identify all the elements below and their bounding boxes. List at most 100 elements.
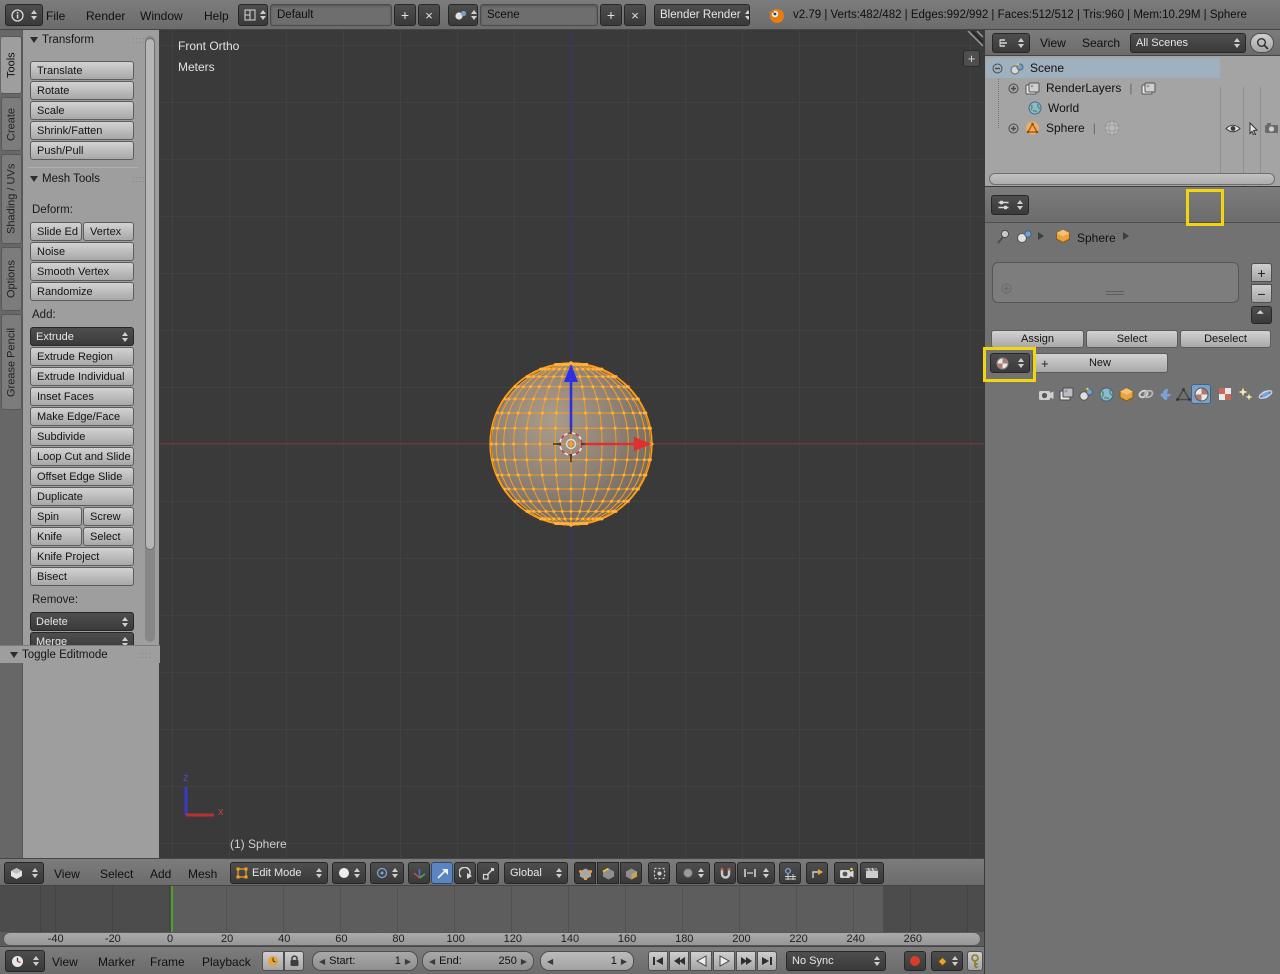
- merge-dropdown-clipped[interactable]: Merge: [30, 632, 134, 645]
- slide-vertex-button[interactable]: Vertex: [83, 222, 134, 241]
- copy-result-button[interactable]: [806, 862, 828, 884]
- scene-name-field[interactable]: Scene: [480, 4, 598, 26]
- tab-texture[interactable]: [1215, 384, 1235, 404]
- render-opengl-anim-button[interactable]: [860, 862, 884, 884]
- expand-plus-icon[interactable]: [1008, 123, 1019, 134]
- push-pull-button[interactable]: Push/Pull: [30, 141, 134, 160]
- slide-edge-button[interactable]: Slide Ed: [30, 222, 82, 241]
- select-mode-edge-button[interactable]: [597, 862, 619, 884]
- browse-material-dropdown[interactable]: [990, 353, 1030, 373]
- lock-time-button[interactable]: [284, 951, 304, 971]
- manipulator-translate-button[interactable]: [431, 862, 453, 884]
- select-mode-face-button[interactable]: [620, 862, 642, 884]
- outliner-row-scene[interactable]: Scene: [986, 58, 1220, 78]
- menu-window[interactable]: Window: [140, 9, 183, 23]
- jump-to-end-button[interactable]: [757, 951, 777, 971]
- snap-target-button[interactable]: [779, 862, 801, 884]
- visibility-eye-icon[interactable]: [1225, 123, 1241, 134]
- transform-orientation-dropdown[interactable]: Global: [504, 862, 568, 884]
- tab-world[interactable]: [1096, 384, 1116, 404]
- sphere-object[interactable]: [460, 330, 682, 558]
- editor-type-dropdown-timeline[interactable]: [5, 950, 45, 972]
- outliner-row-world[interactable]: World: [986, 98, 1280, 118]
- transform-panel-header[interactable]: Transform ::::: [30, 34, 154, 46]
- browse-context-icon[interactable]: [1016, 229, 1033, 244]
- editor-type-dropdown-properties[interactable]: [991, 195, 1029, 215]
- loop-cut-slide-button[interactable]: Loop Cut and Slide: [30, 447, 134, 466]
- timeline-region[interactable]: -40-200204060801001201401601802002202402…: [0, 886, 984, 946]
- menu-help[interactable]: Help: [204, 9, 229, 23]
- viewport-menu-add[interactable]: Add: [150, 867, 171, 881]
- timeline-menu-marker[interactable]: Marker: [98, 955, 135, 969]
- tab-constraints[interactable]: [1136, 384, 1156, 404]
- outliner-scrollbar[interactable]: [989, 173, 1275, 185]
- viewport-menu-select[interactable]: Select: [100, 867, 133, 881]
- material-specials-dropdown[interactable]: [1251, 306, 1272, 324]
- snap-element-dropdown[interactable]: [737, 862, 775, 884]
- outliner-row-sphere[interactable]: Sphere |: [986, 118, 1280, 138]
- spin-button[interactable]: Spin: [30, 507, 82, 526]
- decrement-arrow-icon[interactable]: ◀: [429, 957, 435, 966]
- expand-plus-icon[interactable]: [1008, 83, 1019, 94]
- outliner-menu-view[interactable]: View: [1040, 36, 1066, 50]
- prev-keyframe-button[interactable]: [669, 951, 689, 971]
- toolshelf-tab-grease-pencil[interactable]: Grease Pencil: [1, 314, 22, 410]
- breadcrumb-object-name[interactable]: Sphere: [1077, 231, 1116, 245]
- editor-type-dropdown-outliner[interactable]: [992, 33, 1030, 53]
- screw-button[interactable]: Screw: [83, 507, 134, 526]
- add-screen-layout-button[interactable]: +: [394, 4, 416, 26]
- tab-object-data[interactable]: [1173, 384, 1193, 404]
- add-material-slot-button[interactable]: +: [1251, 263, 1272, 282]
- proportional-edit-dropdown[interactable]: [676, 862, 710, 884]
- limit-selection-visible-button[interactable]: [648, 862, 670, 884]
- outliner-row-renderlayers[interactable]: RenderLayers |: [986, 78, 1280, 98]
- list-resize-grip[interactable]: [1106, 291, 1124, 295]
- extrude-individual-button[interactable]: Extrude Individual: [30, 367, 134, 386]
- render-opengl-button[interactable]: [834, 862, 858, 884]
- translate-button[interactable]: Translate: [30, 61, 134, 80]
- current-frame-field[interactable]: ◀ 1 ▶: [540, 951, 634, 971]
- remove-material-slot-button[interactable]: −: [1251, 284, 1272, 303]
- editor-type-dropdown-info[interactable]: [5, 4, 43, 26]
- frame-start-field[interactable]: ◀ Start: 1 ▶: [312, 951, 418, 971]
- menu-render[interactable]: Render: [86, 9, 125, 23]
- keying-set-dropdown[interactable]: [931, 951, 963, 971]
- subdivide-button[interactable]: Subdivide: [30, 427, 134, 446]
- auto-keyframe-button[interactable]: [904, 951, 926, 971]
- add-scene-button[interactable]: +: [600, 4, 622, 26]
- render-engine-dropdown[interactable]: Blender Render: [654, 4, 750, 26]
- menu-file[interactable]: File: [46, 9, 65, 23]
- manipulator-toggle-button[interactable]: [408, 862, 430, 884]
- av-sync-dropdown[interactable]: No Sync: [786, 951, 886, 971]
- outliner-menu-search[interactable]: Search: [1082, 36, 1120, 50]
- jump-to-start-button[interactable]: [648, 951, 668, 971]
- toolshelf-tab-tools[interactable]: Tools: [1, 36, 22, 94]
- timeline-menu-view[interactable]: View: [52, 955, 78, 969]
- tab-physics[interactable]: [1255, 384, 1275, 404]
- toggle-editmode-panel[interactable]: Toggle Editmode ::::: [0, 645, 160, 663]
- outliner-display-dropdown[interactable]: All Scenes: [1130, 33, 1246, 53]
- knife-button[interactable]: Knife: [30, 527, 82, 546]
- current-frame-marker[interactable]: [171, 886, 173, 932]
- inset-faces-button[interactable]: Inset Faces: [30, 387, 134, 406]
- tab-render[interactable]: [1036, 384, 1056, 404]
- rotate-button[interactable]: Rotate: [30, 81, 134, 100]
- timeline-menu-playback[interactable]: Playback: [202, 955, 251, 969]
- tab-material[interactable]: [1191, 384, 1211, 404]
- noise-button[interactable]: Noise: [30, 242, 134, 261]
- viewport-menu-mesh[interactable]: Mesh: [188, 867, 217, 881]
- manipulator-scale-button[interactable]: [477, 862, 499, 884]
- tab-render-layers[interactable]: [1056, 384, 1076, 404]
- screen-layout-browse-button[interactable]: [238, 4, 268, 26]
- tab-modifiers[interactable]: [1155, 384, 1175, 404]
- extrude-dropdown[interactable]: Extrude: [30, 327, 134, 346]
- increment-arrow-icon[interactable]: ▶: [405, 957, 411, 966]
- corner-resize-grip[interactable]: [966, 31, 983, 48]
- assign-button[interactable]: Assign: [991, 330, 1084, 348]
- knife-project-button[interactable]: Knife Project: [30, 547, 134, 566]
- delete-scene-button[interactable]: ×: [624, 4, 646, 26]
- increment-arrow-icon[interactable]: ▶: [621, 957, 627, 966]
- select-mode-vertex-button[interactable]: [574, 862, 596, 884]
- mesh-tools-panel-header[interactable]: Mesh Tools ::::: [30, 173, 154, 185]
- viewport-3d[interactable]: Front Ortho Meters: [160, 30, 984, 858]
